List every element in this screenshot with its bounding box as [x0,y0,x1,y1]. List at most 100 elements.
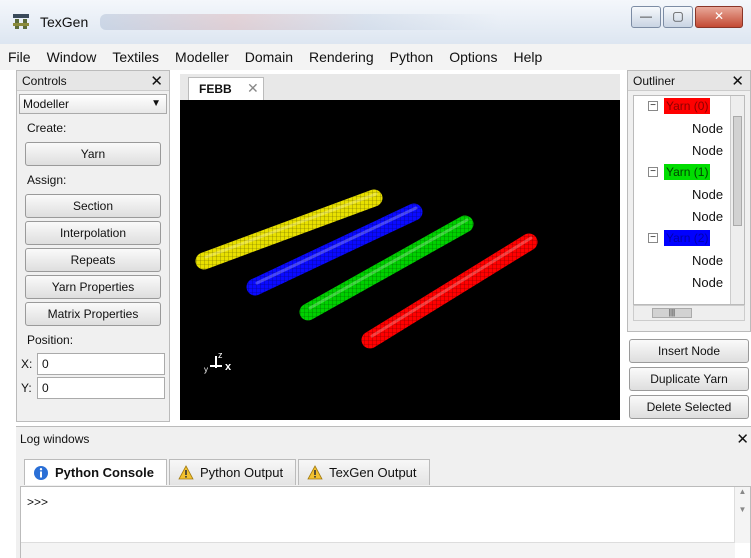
yarn-1-label[interactable]: Yarn (1) [664,164,711,180]
node-label[interactable]: Node [692,121,723,136]
axis-z-label: z [218,350,223,360]
warning-icon [178,465,194,480]
tab-febb-label: FEBB [199,82,232,96]
create-yarn-button[interactable]: Yarn [25,142,161,166]
tab-texgen-output-label: TexGen Output [329,465,417,480]
duplicate-yarn-button[interactable]: Duplicate Yarn [629,367,749,391]
position-y-row: Y: 0 [21,377,165,399]
tree-yarn-0[interactable]: − Yarn (0) [634,96,744,118]
scrollbar-thumb[interactable] [733,116,742,226]
yarn-highlight-3 [370,236,533,338]
position-y-label: Y: [21,381,32,395]
position-x-label: X: [21,357,33,371]
minimize-button[interactable]: — [631,6,661,28]
delete-selected-button[interactable]: Delete Selected [629,395,749,419]
tab-python-output-label: Python Output [199,465,284,480]
log-windows-header: Log windows ✕ [16,427,751,449]
menu-modeller[interactable]: Modeller [167,44,237,70]
document-tab-strip: FEBB ✕ [180,74,620,100]
repeats-button[interactable]: Repeats [25,248,161,272]
interpolation-button[interactable]: Interpolation [25,221,161,245]
tree-node[interactable]: Node [634,184,744,206]
tree-node[interactable]: Node [634,272,744,294]
log-tabs: Python Console Python Output TexGen Outp… [24,459,432,485]
position-x-input[interactable]: 0 [37,353,165,375]
menu-bar: File Window Textiles Modeller Domain Ren… [0,44,751,70]
collapse-icon[interactable]: − [648,233,658,243]
tab-python-console[interactable]: Python Console [24,459,167,485]
tree-yarn-2[interactable]: − Yarn (2) [634,228,744,250]
texgen-app-icon [13,14,29,29]
yarn-render: z x y [195,189,538,374]
node-label[interactable]: Node [692,187,723,202]
tree-node[interactable]: Node [634,206,744,228]
menu-domain[interactable]: Domain [237,44,301,70]
maximize-button[interactable]: ▢ [663,6,693,28]
menu-python[interactable]: Python [382,44,442,70]
create-label: Create: [27,121,67,135]
position-x-row: X: 0 [21,353,165,375]
menu-help[interactable]: Help [505,44,550,70]
log-windows-title: Log windows [20,432,90,446]
collapse-icon[interactable]: − [648,101,658,111]
tab-febb[interactable]: FEBB ✕ [188,77,264,100]
outliner-title: Outliner [633,74,676,88]
menu-file[interactable]: File [0,44,39,70]
tree-yarn-1[interactable]: − Yarn (1) [634,162,744,184]
position-label: Position: [27,333,74,347]
log-windows-panel: Log windows ✕ Python Console Python Outp… [16,426,751,558]
close-window-button[interactable]: ✕ [695,6,743,28]
tree-node[interactable]: Node [634,118,744,140]
outliner-vertical-scrollbar[interactable] [730,96,744,304]
tab-febb-close-icon[interactable]: ✕ [247,80,259,97]
log-windows-close-button[interactable]: ✕ [736,430,749,448]
node-label[interactable]: Node [692,253,723,268]
outliner-header: Outliner ✕ [628,71,750,91]
outliner-tree[interactable]: − Yarn (0) Node Node − Yarn (1) Node Nod… [633,95,745,305]
tab-python-output[interactable]: Python Output [168,459,297,485]
section-button[interactable]: Section [25,194,161,218]
menu-rendering[interactable]: Rendering [301,44,382,70]
insert-node-button[interactable]: Insert Node [629,339,749,363]
axis-triad: z x y [204,350,232,374]
yarn-mesh-overlay-1 [246,203,423,296]
yarn-2-label[interactable]: Yarn (2) [664,230,711,246]
position-y-input[interactable]: 0 [37,377,165,399]
matrix-properties-button[interactable]: Matrix Properties [25,302,161,326]
menu-window[interactable]: Window [39,44,105,70]
yarn-properties-button[interactable]: Yarn Properties [25,275,161,299]
menu-options[interactable]: Options [441,44,505,70]
3d-viewport[interactable]: z x y [180,100,620,420]
yarn-0-label[interactable]: Yarn (0) [664,98,711,114]
tree-node[interactable]: Node [634,140,744,162]
console-vertical-scrollbar[interactable]: ▲ ▼ [734,487,750,543]
title-bar-decoration [100,14,500,30]
mode-select[interactable]: Modeller ▼ [19,94,167,114]
tab-texgen-output[interactable]: TexGen Output [298,459,430,485]
controls-panel-close-button[interactable]: ✕ [150,72,163,90]
axis-y-label: y [204,365,208,374]
info-icon [34,465,48,480]
console-prompt: >>> [27,495,49,509]
tab-python-console-label: Python Console [55,465,154,480]
tree-node[interactable]: Node [634,250,744,272]
node-label[interactable]: Node [692,143,723,158]
controls-panel-header: Controls ✕ [17,71,169,91]
scrollbar-thumb[interactable]: ||| [652,308,692,318]
assign-label: Assign: [27,173,67,187]
outliner-close-button[interactable]: ✕ [731,72,744,90]
console-horizontal-scrollbar[interactable] [21,542,735,558]
node-label[interactable]: Node [692,209,723,224]
collapse-icon[interactable]: − [648,167,658,177]
axis-x-label: x [225,361,232,373]
outliner-panel: Outliner ✕ − Yarn (0) Node Node − Yarn (… [627,70,751,332]
mode-select-value: Modeller [23,97,70,111]
node-label[interactable]: Node [692,275,723,290]
outliner-horizontal-scrollbar[interactable]: ||| [633,305,745,321]
window-title: TexGen [40,14,89,30]
controls-panel: Controls ✕ Modeller ▼ Create: Yarn Assig… [16,70,170,422]
title-bar: TexGen — ▢ ✕ [0,0,751,44]
menu-textiles[interactable]: Textiles [104,44,167,70]
python-console-area[interactable]: >>> ▲ ▼ [20,486,751,558]
chevron-down-icon: ▼ [151,98,161,109]
